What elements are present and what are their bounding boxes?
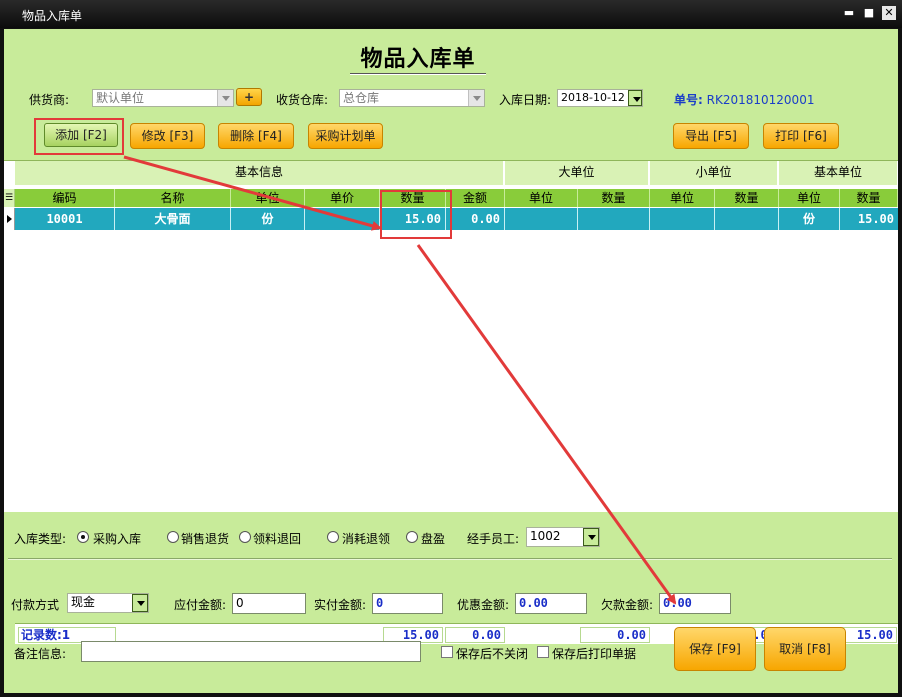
window: 物品入库单 ▬ ■ ✕ 物品入库单 供货商: 默认单位 + 收货仓库: 总仓库 … (0, 0, 902, 697)
arrow-add-to-qty (123, 155, 382, 231)
arrow-qty-to-owed (416, 244, 677, 605)
annotation-arrows (123, 155, 677, 605)
